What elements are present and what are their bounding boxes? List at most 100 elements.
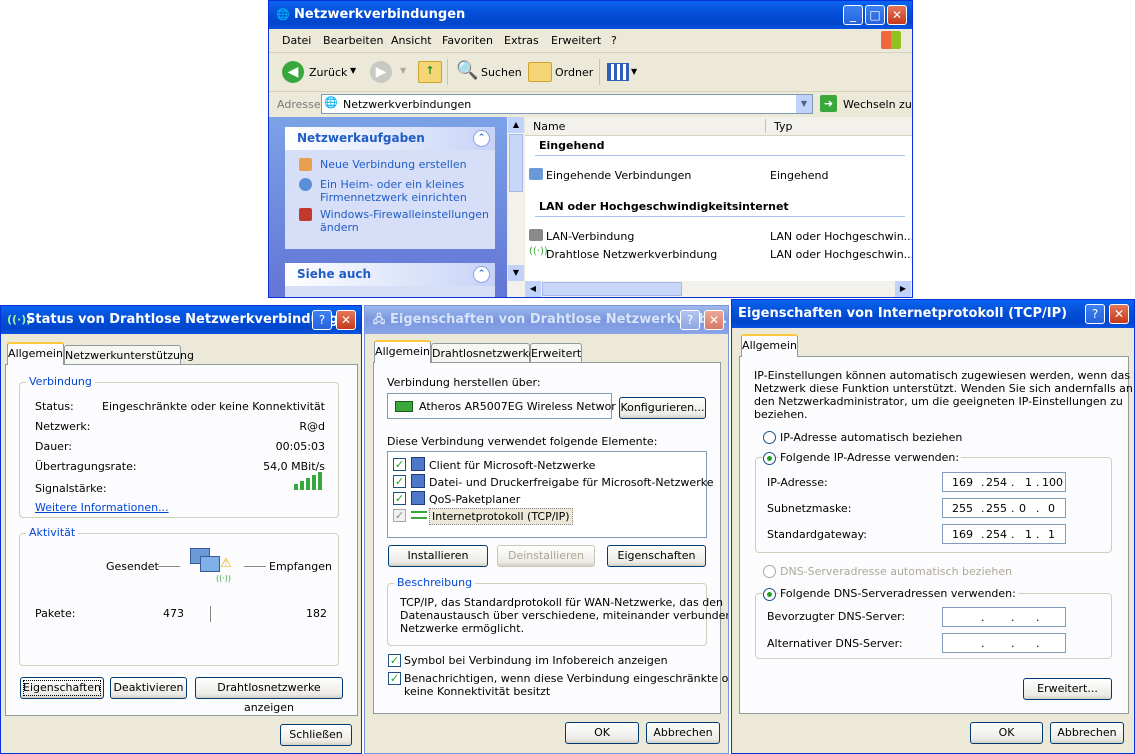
component-checkbox[interactable]: ✓ [393, 458, 406, 471]
properties-button[interactable]: Eigenschaften [20, 677, 104, 699]
close-button[interactable]: ✕ [704, 310, 724, 330]
scroll-left-icon[interactable]: ◀ [525, 281, 541, 297]
views-icon[interactable] [607, 63, 629, 81]
task-new-connection[interactable]: Neue Verbindung erstellen [320, 158, 467, 171]
component-checkbox[interactable]: ✓ [393, 509, 406, 522]
disable-button[interactable]: Deaktivieren [110, 677, 187, 699]
close-button[interactable]: ✕ [336, 310, 356, 330]
vertical-scrollbar[interactable]: ▲ ▼ [508, 117, 524, 281]
list-item[interactable]: Eingehende Verbindungen Eingehend [529, 168, 909, 184]
properties-titlebar[interactable]: 🖧 Eigenschaften von Drahtlose Netzwerkver… [365, 306, 728, 334]
configure-button[interactable]: Konfigurieren... [619, 397, 706, 419]
auto-dns-radio[interactable] [763, 565, 776, 578]
task-firewall[interactable]: Windows-Firewalleinstellungen [320, 208, 489, 221]
show-icon-checkbox[interactable]: ✓ [388, 654, 401, 667]
chevron-down-icon[interactable]: ▼ [796, 95, 812, 113]
static-dns-radio[interactable] [763, 588, 776, 601]
subnet-mask-field[interactable]: 255. 255. 0. 0 [942, 498, 1066, 518]
menu-tools[interactable]: Extras [504, 34, 539, 47]
component-properties-button[interactable]: Eigenschaften [607, 545, 706, 567]
task-home-network[interactable]: Ein Heim- oder ein kleines [320, 178, 464, 191]
see-also-header[interactable]: Siehe auch ⌃ [285, 263, 495, 286]
forward-dropdown-icon[interactable]: ▼ [400, 66, 406, 75]
help-button[interactable]: ? [312, 310, 332, 330]
menu-view[interactable]: Ansicht [391, 34, 432, 47]
column-type[interactable]: Typ [774, 120, 793, 133]
cancel-button[interactable]: Abbrechen [646, 722, 720, 744]
go-button-label[interactable]: Wechseln zu [843, 98, 912, 111]
list-item[interactable]: LAN-Verbindung LAN oder Hochgeschwin... [529, 229, 912, 245]
auto-ip-radio[interactable] [763, 431, 776, 444]
scroll-right-icon[interactable]: ▶ [895, 281, 911, 297]
close-button[interactable]: ✕ [1109, 304, 1129, 324]
scroll-thumb[interactable] [542, 282, 682, 296]
forward-arrow-icon[interactable]: ▶ [370, 61, 392, 83]
list-item[interactable]: ✓ QoS-Paketplaner [393, 491, 698, 507]
collapse-chevron-icon[interactable]: ⌃ [473, 130, 490, 147]
ip-dot: . [981, 476, 985, 489]
help-button[interactable]: ? [1085, 304, 1105, 324]
tab-general[interactable]: Allgemein [741, 334, 798, 357]
advanced-button[interactable]: Erweitert... [1023, 678, 1112, 700]
cancel-button[interactable]: Abbrechen [1050, 722, 1124, 744]
close-dialog-button[interactable]: Schließen [280, 724, 352, 746]
list-item[interactable]: ((·)) Drahtlose Netzwerkverbindung LAN o… [529, 246, 912, 263]
close-button[interactable]: ✕ [887, 5, 907, 25]
search-button-label[interactable]: Suchen [481, 66, 522, 79]
task-home-network-line2[interactable]: Firmennetzwerk einrichten [320, 191, 467, 204]
ip-address-field[interactable]: 169. 254. 1. 100 [942, 472, 1066, 492]
component-checkbox[interactable]: ✓ [393, 492, 406, 505]
horizontal-scrollbar[interactable]: ◀ ▶ [508, 281, 912, 297]
alternate-dns-field[interactable]: ... [942, 633, 1066, 653]
install-button[interactable]: Installieren [388, 545, 488, 567]
gateway-field[interactable]: 169. 254. 1. 1 [942, 524, 1066, 544]
menu-favorites[interactable]: Favoriten [442, 34, 493, 47]
task-firewall-line2[interactable]: ändern [320, 221, 359, 234]
menu-file[interactable]: Datei [282, 34, 311, 47]
menu-edit[interactable]: Bearbeiten [323, 34, 383, 47]
list-item[interactable]: ✓ Internetprotokoll (TCP/IP) [393, 508, 698, 525]
tab-wireless-networks[interactable]: Drahtlosnetzwerke [431, 343, 535, 363]
tcpip-titlebar[interactable]: Eigenschaften von Internetprotokoll (TCP… [732, 300, 1134, 328]
list-item[interactable]: ✓ Client für Microsoft-Netzwerke [393, 457, 698, 473]
tab-network-support[interactable]: Netzwerkunterstützung [64, 345, 194, 365]
scroll-down-icon[interactable]: ▼ [508, 265, 524, 281]
folders-button-label[interactable]: Ordner [555, 66, 593, 79]
tab-advanced[interactable]: Erweitert [530, 343, 582, 363]
uninstall-button[interactable]: Deinstallieren [497, 545, 595, 567]
more-info-link[interactable]: Weitere Informationen... [35, 501, 169, 514]
back-dropdown-icon[interactable]: ▼ [350, 66, 356, 75]
scroll-up-icon[interactable]: ▲ [508, 117, 524, 133]
preferred-dns-field[interactable]: ... [942, 607, 1066, 627]
address-field[interactable]: 🌐 Netzwerkverbindungen ▼ [321, 94, 813, 114]
folder-up-icon[interactable]: ↑ [418, 61, 442, 83]
ok-button[interactable]: OK [565, 722, 639, 744]
show-wireless-networks-button[interactable]: Drahtlosnetzwerke anzeigen [195, 677, 343, 714]
component-name: Datei- und Druckerfreigabe für Microsoft… [429, 476, 714, 489]
go-arrow-icon[interactable]: ➜ [820, 95, 837, 112]
tab-general[interactable]: Allgemein [7, 342, 64, 365]
help-button[interactable]: ? [680, 310, 700, 330]
component-checkbox[interactable]: ✓ [393, 475, 406, 488]
tab-general[interactable]: Allgemein [374, 340, 431, 363]
back-button-label[interactable]: Zurück [309, 66, 347, 79]
list-item[interactable]: ✓ Datei- und Druckerfreigabe für Microso… [393, 474, 713, 490]
column-name[interactable]: Name [533, 120, 565, 133]
views-dropdown-icon[interactable]: ▼ [631, 67, 637, 76]
static-ip-radio[interactable] [763, 452, 776, 465]
explorer-titlebar[interactable]: 🌐 Netzwerkverbindungen [269, 1, 912, 29]
minimize-button[interactable]: _ [843, 5, 863, 25]
properties-tab-panel: Verbindung herstellen über: Atheros AR50… [373, 362, 728, 714]
back-arrow-icon[interactable]: ◀ [282, 61, 304, 83]
menu-help[interactable]: ? [611, 34, 617, 47]
network-tasks-header[interactable]: Netzwerkaufgaben ⌃ [285, 127, 495, 150]
scroll-thumb[interactable] [509, 134, 523, 192]
collapse-chevron-icon[interactable]: ⌃ [473, 266, 490, 283]
notify-checkbox[interactable]: ✓ [388, 672, 401, 685]
folders-icon[interactable] [528, 62, 552, 82]
maximize-button[interactable]: □ [865, 5, 885, 25]
search-icon[interactable]: 🔍 [456, 60, 478, 81]
status-titlebar[interactable]: ((·))Status von Drahtlose Netzwerkverbin… [1, 306, 361, 334]
menu-advanced[interactable]: Erweitert [551, 34, 601, 47]
ok-button[interactable]: OK [970, 722, 1043, 744]
